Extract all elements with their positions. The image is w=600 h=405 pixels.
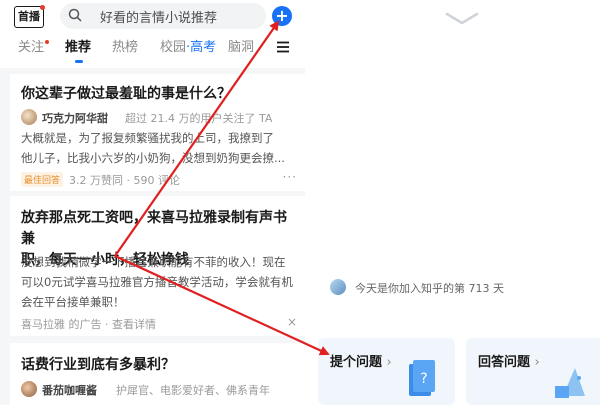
tab-campus[interactable]: 校园·高考 [160, 38, 216, 58]
search-icon [68, 8, 82, 22]
chevron-right-icon: › [534, 355, 540, 370]
author-meta: 护犀官、电影爱好者、佛系青年 [116, 384, 270, 397]
ask-question-button[interactable]: 提个问题 › ? [318, 338, 455, 405]
tab-following[interactable]: 关注 [18, 38, 44, 58]
tab-recommend[interactable]: 推荐 [65, 38, 91, 58]
answer-question-label: 回答问题 › [478, 351, 540, 370]
avatar[interactable] [21, 381, 37, 397]
author-meta: 超过 21.4 万的用户关注了 TA [125, 112, 273, 125]
close-icon[interactable]: × [287, 315, 297, 329]
author-name[interactable]: 番茄咖喱酱 [42, 382, 97, 398]
screenshot-stage: 首播 好看的言情小说推荐 + 关注 推荐 热榜 校园·高考 脑洞 你这辈子做过最… [0, 0, 600, 405]
join-days-text: 今天是你加入知乎的第 713 天 [355, 282, 504, 295]
best-answer-tag: 最佳回答 [21, 172, 64, 187]
ad-source[interactable]: 喜马拉雅 的广告 · 查看详情 [21, 318, 156, 331]
more-options-icon[interactable]: ··· [283, 170, 297, 184]
author-row: 番茄咖喱酱 护犀官、电影爱好者、佛系青年 [21, 381, 297, 399]
avatar [330, 279, 346, 295]
ask-question-label: 提个问题 › [330, 351, 392, 370]
collapse-chevron-icon[interactable] [445, 12, 479, 26]
tab-brainstorm[interactable]: 脑洞 [228, 38, 254, 58]
answer-text: 回答问题 [478, 355, 531, 370]
card-footer: 最佳回答 3.2 万赞同 · 590 评论 ··· [21, 170, 297, 188]
ad-footer: 喜马拉雅 的广告 · 查看详情 × [21, 315, 297, 332]
answer-illustration-icon [555, 368, 585, 398]
tab-campus-suffix: ·高考 [186, 40, 217, 55]
logo[interactable]: 首播 [14, 6, 44, 28]
card-excerpt: 大概就是，为了报复频繁骚扰我的上司，我撩到了 他儿子，比我小六岁的小奶狗，没想到… [21, 128, 297, 168]
feed-card[interactable]: 你这辈子做过最羞耻的事是什么？ 巧克力阿华甜 超过 21.4 万的用户关注了 T… [10, 74, 305, 191]
top-bar: 首播 好看的言情小说推荐 + 关注 推荐 热榜 校园·高考 脑洞 [0, 0, 305, 68]
card-excerpt: 没想到我稍微学一下播音兼职能有不菲的收入！现在 可以0元试学喜马拉雅官方播音教学… [21, 252, 297, 312]
tab-bar: 关注 推荐 热榜 校园·高考 脑洞 [0, 38, 305, 64]
notification-dot [40, 5, 45, 10]
create-panel: 今天是你加入知乎的第 713 天 提个问题 › ? 回答问题 › [305, 0, 600, 405]
card-title[interactable]: 话费行业到底有多暴利？ [21, 355, 296, 376]
excerpt-line: 他儿子，比我小六岁的小奶狗，没想到奶狗更会撩... [21, 151, 285, 165]
menu-icon[interactable] [277, 41, 289, 53]
tab-hot[interactable]: 热榜 [112, 38, 138, 58]
feed-card[interactable]: 话费行业到底有多暴利？ 番茄咖喱酱 护犀官、电影爱好者、佛系青年 [10, 343, 305, 405]
feed-screen: 首播 好看的言情小说推荐 + 关注 推荐 热榜 校园·高考 脑洞 你这辈子做过最… [0, 0, 305, 405]
tab-active-indicator [75, 60, 83, 63]
author-row: 巧克力阿华甜 超过 21.4 万的用户关注了 TA [21, 109, 297, 127]
title-line: 放弃那点死工资吧，来喜马拉雅录制有声书兼 [21, 210, 287, 247]
avatar[interactable] [21, 109, 37, 125]
ask-text: 提个问题 [330, 355, 383, 370]
excerpt-line: 大概就是，为了报复频繁骚扰我的上司，我撩到了 [21, 131, 274, 145]
excerpt-line: 可以0元试学喜马拉雅官方播音教学活动，学会就有机 [21, 275, 293, 289]
excerpt-line: 没想到我稍微学一下播音兼职能有不菲的收入！现在 [21, 255, 286, 269]
tab-badge [45, 40, 49, 44]
author-name[interactable]: 巧克力阿华甜 [42, 110, 108, 126]
card-title[interactable]: 你这辈子做过最羞耻的事是什么？ [21, 84, 296, 105]
search-placeholder: 好看的言情小说推荐 [100, 11, 218, 26]
tab-campus-label: 校园 [160, 40, 187, 55]
question-book-icon: ? [409, 360, 435, 396]
chevron-right-icon: › [386, 355, 392, 370]
answer-question-button[interactable]: 回答问题 › [466, 338, 600, 405]
excerpt-line: 会在平台接单兼职！ [21, 295, 125, 309]
ad-card[interactable]: 放弃那点死工资吧，来喜马拉雅录制有声书兼 职，每天一小时，轻松挣钱 没想到我稍微… [10, 196, 305, 336]
svg-text:?: ? [420, 371, 427, 387]
add-button[interactable]: + [272, 6, 292, 26]
search-input[interactable]: 好看的言情小说推荐 [60, 3, 266, 29]
card-stats: 3.2 万赞同 · 590 评论 [69, 174, 180, 187]
